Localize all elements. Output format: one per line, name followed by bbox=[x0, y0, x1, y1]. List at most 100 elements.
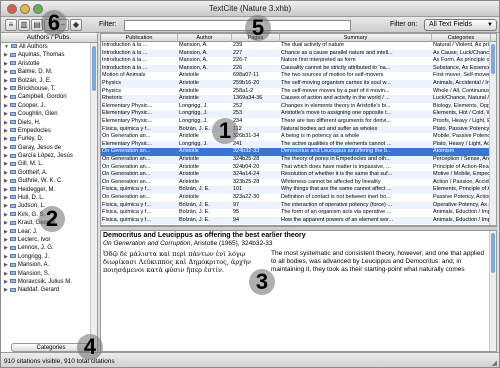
table-row[interactable]: Introduction à la ... Mansion, A. 227 Chanc… bbox=[101, 49, 491, 58]
author-item[interactable]: ▶ Furley, D. bbox=[1, 135, 91, 143]
author-item[interactable]: ▶ Aquinas, Thomas bbox=[1, 51, 91, 59]
disclosure-closed-icon[interactable]: ▶ bbox=[4, 229, 8, 235]
author-item[interactable]: ▶ Empedocles bbox=[1, 127, 91, 135]
author-item[interactable]: ▶ Campbell, Gordon bbox=[1, 93, 91, 101]
disclosure-closed-icon[interactable]: ▶ bbox=[4, 103, 8, 109]
table-row[interactable]: On Generation an... Aristotle 326b31-34 A b… bbox=[101, 133, 491, 141]
author-item[interactable]: ▶ Hull, D. L. bbox=[1, 194, 91, 202]
table-row[interactable]: Elementary Physic... Longrigg, J. 241 The a… bbox=[101, 140, 491, 149]
disclosure-closed-icon[interactable]: ▶ bbox=[4, 195, 8, 201]
title-bar[interactable]: TextCite (Nature 3.xhb) bbox=[1, 1, 499, 17]
author-item[interactable]: ▶ Longrigg, J. bbox=[1, 253, 91, 261]
tag-icon[interactable]: ◆ bbox=[70, 19, 82, 31]
sidebar-scrollbar[interactable] bbox=[90, 43, 97, 342]
disclosure-closed-icon[interactable]: ▶ bbox=[4, 237, 8, 243]
disclosure-closed-icon[interactable]: ▶ bbox=[4, 254, 8, 260]
author-item[interactable]: ▶ Leclerc, Ivor bbox=[1, 236, 91, 244]
disclosure-closed-icon[interactable]: ▶ bbox=[4, 52, 8, 58]
disclosure-closed-icon[interactable]: ▶ bbox=[4, 120, 8, 126]
disclosure-closed-icon[interactable]: ▶ bbox=[4, 203, 8, 209]
author-item[interactable]: ▶ Mansion, A. bbox=[1, 261, 91, 269]
resize-grip-icon[interactable]: ◢ bbox=[492, 359, 497, 367]
table-row[interactable]: On Generation an... Aristotle 323a22-30 Def… bbox=[101, 194, 491, 202]
disclosure-closed-icon[interactable]: ▶ bbox=[4, 136, 8, 142]
table-row[interactable]: Física, química y f... Bolzán, J. E. 101 Wh… bbox=[101, 186, 491, 194]
table-row[interactable]: Introduction à la ... Mansion, A. 239 The d… bbox=[101, 42, 491, 50]
author-item[interactable]: ▶ Bolzán, J. E. bbox=[1, 77, 91, 85]
author-item[interactable]: ▶ Diels, H. bbox=[1, 119, 91, 127]
author-item[interactable]: ▶ Gill, M. L. bbox=[1, 160, 91, 168]
table-cell: Whole / All, Continuous, S... bbox=[433, 87, 491, 94]
disclosure-closed-icon[interactable]: ▶ bbox=[4, 78, 8, 84]
disclosure-closed-icon[interactable]: ▶ bbox=[4, 220, 8, 226]
author-item[interactable]: ▶ Coughlin, Glen bbox=[1, 110, 91, 118]
author-item[interactable]: ▶ Mansion, S. bbox=[1, 270, 91, 278]
table-row[interactable]: Elementary Physic... Longrigg, J. 234 There… bbox=[101, 118, 491, 126]
table-row[interactable]: On Generation an... Aristotle 324b25-28 The… bbox=[101, 156, 491, 164]
disclosure-closed-icon[interactable]: ▶ bbox=[4, 271, 8, 277]
disclosure-closed-icon[interactable]: ▶ bbox=[4, 161, 8, 167]
table-scroll-thumb[interactable] bbox=[491, 44, 495, 74]
filter-on-select[interactable]: All Text Fields ▼ bbox=[424, 19, 497, 31]
sidebar-scroll-thumb[interactable] bbox=[92, 46, 96, 91]
translation-text[interactable]: The most systematic and consistent theor… bbox=[271, 250, 486, 274]
table-row[interactable]: Elementary Physic... Longrigg, J. 252 Chang… bbox=[101, 103, 491, 111]
author-item[interactable]: ▶ Balme, D. M. bbox=[1, 68, 91, 76]
table-row[interactable]: Elementary Physic... Longrigg, J. 253 Arist… bbox=[101, 110, 491, 118]
detail-scroll-thumb[interactable] bbox=[491, 233, 495, 273]
author-item[interactable]: ▶ Brickhouse, T. bbox=[1, 85, 91, 93]
disclosure-closed-icon[interactable]: ▶ bbox=[4, 94, 8, 100]
table-row[interactable]: Introduction à la ... Mansion, A. 226-7 Nat… bbox=[101, 57, 491, 65]
view-columns-icon[interactable]: ▥ bbox=[18, 19, 30, 31]
table-scrollbar[interactable] bbox=[489, 42, 496, 225]
table-row[interactable]: Introduction à la ... Mansion, A. 226 Causa… bbox=[101, 64, 491, 73]
author-item[interactable]: ▶ Cooper, J. bbox=[1, 102, 91, 110]
column-header[interactable]: Categories bbox=[432, 34, 491, 42]
table-row[interactable]: Física, química y f... Bolzán, J. E. 97 The… bbox=[101, 201, 491, 210]
disclosure-closed-icon[interactable]: ▶ bbox=[4, 86, 8, 92]
table-row[interactable]: On Generation an... Aristotle 324a14-24 Res… bbox=[101, 171, 491, 179]
author-item[interactable]: ▶ Heidegger, M. bbox=[1, 186, 91, 194]
author-item[interactable]: ▶ Guthrie, W. K. C. bbox=[1, 177, 91, 185]
author-item[interactable]: ▶ Gotthelf, A. bbox=[1, 169, 91, 177]
table-row[interactable]: Física, química y f...Bolzán, J. E.112Na… bbox=[101, 125, 491, 134]
disclosure-closed-icon[interactable]: ▶ bbox=[4, 245, 8, 251]
original-text[interactable]: Ὁδῷ δὲ μάλιστα καὶ περὶ πάντων ἑνὶ λόγῳ … bbox=[103, 250, 271, 274]
disclosure-closed-icon[interactable]: ▶ bbox=[4, 111, 8, 117]
author-item[interactable]: ▼ All Authors bbox=[1, 43, 91, 51]
column-header[interactable]: Summary bbox=[280, 34, 432, 42]
author-item[interactable]: ▶ Moravcsik, Julius M. bbox=[1, 278, 91, 286]
table-row[interactable]: Rhetoric Aristotle 1369a34-36 Causes of act… bbox=[101, 95, 491, 103]
table-row[interactable]: Física, química y f... Bolzán, J. E. 94 How… bbox=[101, 216, 491, 225]
disclosure-closed-icon[interactable]: ▶ bbox=[4, 170, 8, 176]
disclosure-closed-icon[interactable]: ▶ bbox=[4, 153, 8, 159]
disclosure-closed-icon[interactable]: ▶ bbox=[4, 128, 8, 134]
filter-input[interactable] bbox=[124, 20, 351, 31]
disclosure-closed-icon[interactable]: ▶ bbox=[4, 262, 8, 268]
table-row[interactable]: Physics Aristotle 259b16-20 The self-moving… bbox=[101, 80, 491, 88]
author-item[interactable]: ▶ García López, Jesús bbox=[1, 152, 91, 160]
disclosure-closed-icon[interactable]: ▶ bbox=[4, 187, 8, 193]
author-item[interactable]: ▶ Lennox, J. G. bbox=[1, 244, 91, 252]
disclosure-closed-icon[interactable]: ▶ bbox=[4, 178, 8, 184]
table-row[interactable]: On Generation an... Aristotle 324b04-20 Tha… bbox=[101, 164, 491, 172]
author-item[interactable]: ▶ Garay, Jesus de bbox=[1, 144, 91, 152]
table-row[interactable]: On Generation an... Aristotle 324b32-33 Dem… bbox=[101, 148, 491, 156]
table-row[interactable]: On Generation an... Aristotle 323b25-28 Whi… bbox=[101, 179, 491, 187]
table-row[interactable]: Physics Aristotle 258a1-2 The self-mover mo… bbox=[101, 88, 491, 96]
disclosure-closed-icon[interactable]: ▶ bbox=[4, 69, 8, 75]
author-item[interactable]: ▶ Naddaf, Gerard bbox=[1, 286, 91, 294]
author-item[interactable]: ▶ Aristotle bbox=[1, 60, 91, 68]
disclosure-open-icon[interactable]: ▼ bbox=[4, 44, 9, 50]
disclosure-closed-icon[interactable]: ▶ bbox=[4, 61, 8, 67]
disclosure-closed-icon[interactable]: ▶ bbox=[4, 212, 8, 218]
disclosure-closed-icon[interactable]: ▶ bbox=[4, 145, 8, 151]
disclosure-closed-icon[interactable]: ▶ bbox=[4, 279, 8, 285]
column-header[interactable]: Author bbox=[178, 34, 232, 42]
table-row[interactable]: Física, química y f... Bolzán, J. E. 95 The… bbox=[101, 209, 491, 217]
detail-scrollbar[interactable] bbox=[489, 231, 496, 351]
view-list-icon[interactable]: ≡ bbox=[5, 19, 17, 31]
column-header[interactable]: Publication bbox=[101, 34, 178, 42]
table-row[interactable]: Motion of Animals Aristotle 698a07-11 The t… bbox=[101, 72, 491, 80]
disclosure-closed-icon[interactable]: ▶ bbox=[4, 287, 8, 293]
